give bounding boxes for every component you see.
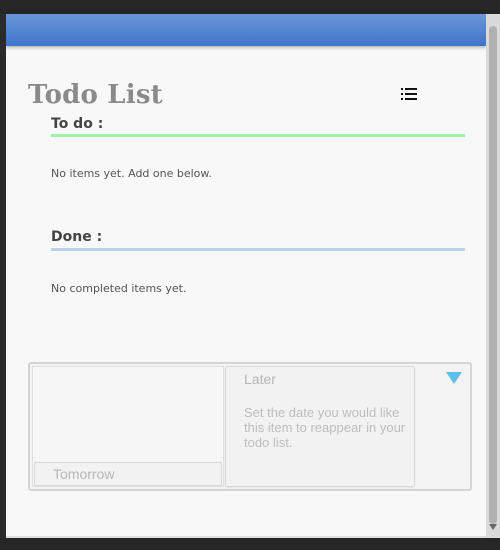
tomorrow-button[interactable]: Tomorrow	[34, 462, 222, 486]
later-column[interactable]: Later Set the date you would like this i…	[225, 366, 415, 487]
window-top-strip	[0, 0, 500, 14]
scroll-down-arrow-icon[interactable]	[489, 524, 497, 530]
done-empty-message: No completed items yet.	[51, 282, 187, 295]
vertical-scroll-thumb[interactable]	[489, 26, 497, 524]
vertical-scrollbar[interactable]	[486, 14, 500, 538]
window-bottom-strip	[0, 538, 500, 550]
later-title: Later	[244, 371, 276, 387]
todo-section-title: To do :	[51, 116, 104, 132]
triangle-down-icon[interactable]	[446, 372, 462, 384]
done-section-title: Done :	[51, 229, 103, 245]
app-frame: Todo List To do : No items yet. Add one …	[6, 14, 486, 538]
schedule-panel: Tomorrow Later Set the date you would li…	[28, 362, 472, 491]
tomorrow-column[interactable]: Tomorrow	[32, 366, 224, 487]
later-description: Set the date you would like this item to…	[244, 405, 406, 450]
todo-divider	[51, 134, 465, 137]
page-title: Todo List	[28, 80, 163, 110]
list-menu-icon[interactable]	[400, 86, 418, 102]
todo-empty-message: No items yet. Add one below.	[51, 167, 212, 180]
done-divider	[51, 248, 465, 251]
header-bar	[6, 14, 486, 46]
